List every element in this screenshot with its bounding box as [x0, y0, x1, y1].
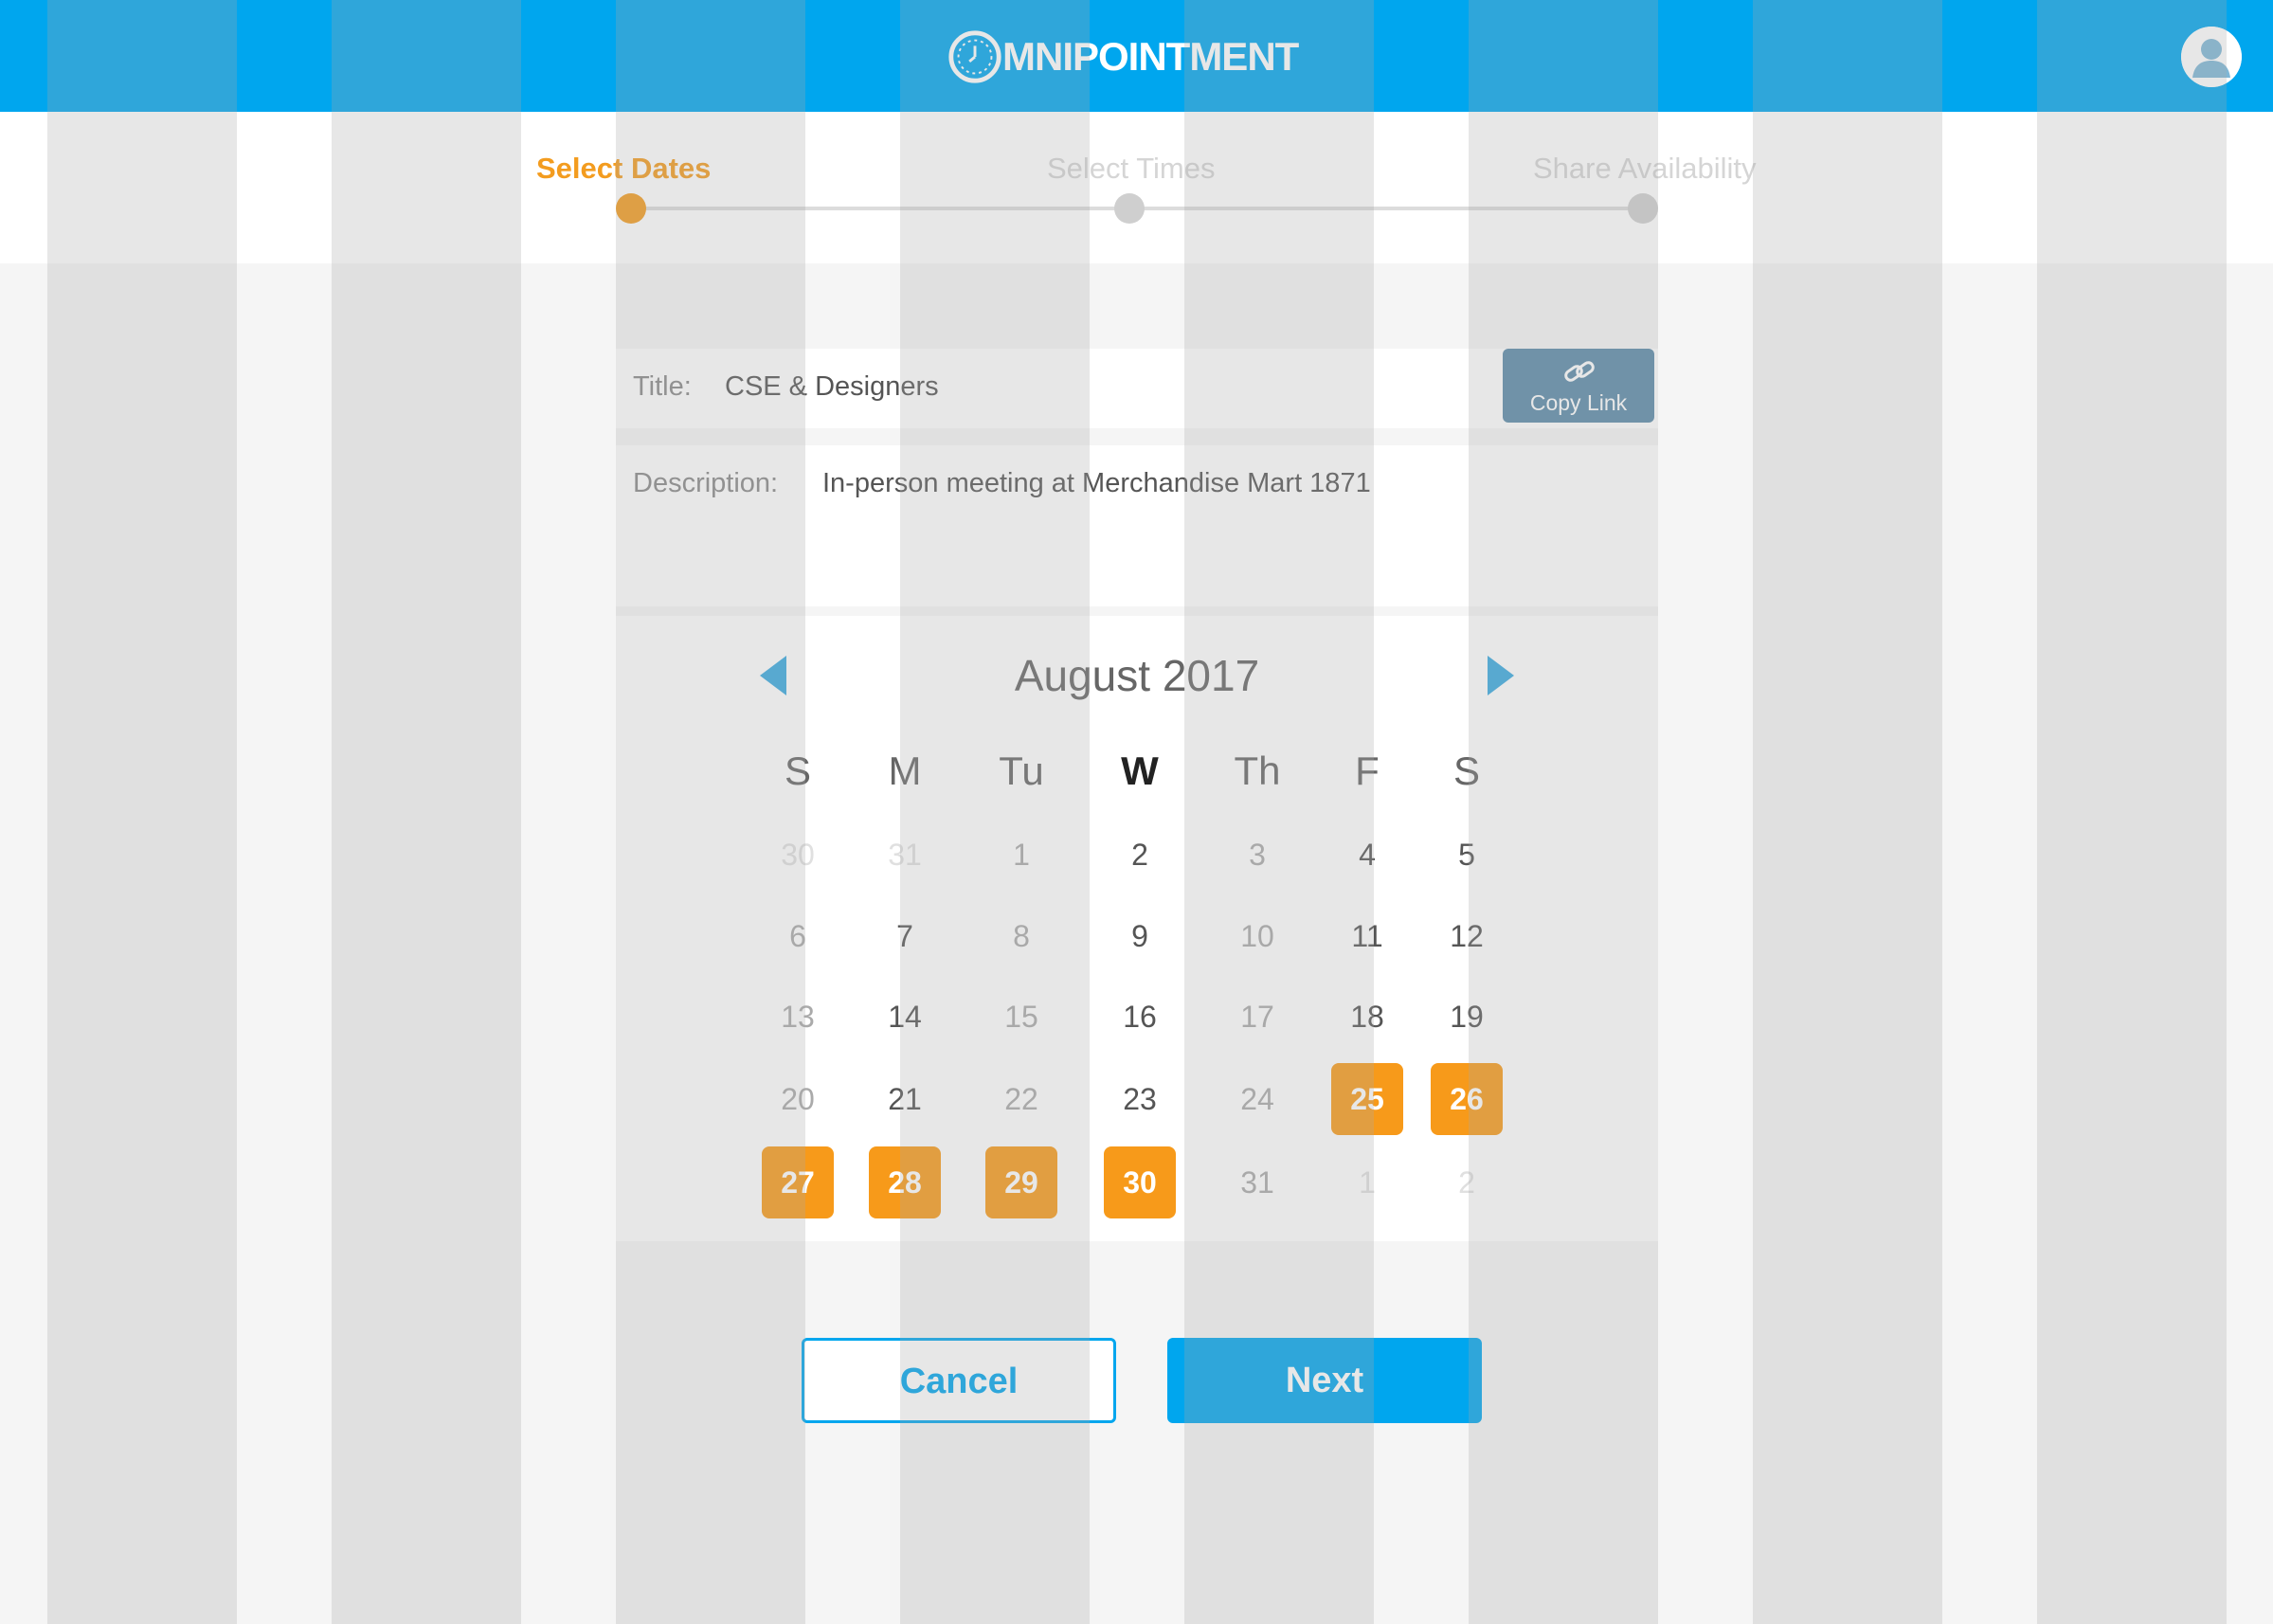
calendar-day[interactable]: 9: [1104, 900, 1176, 972]
calendar-day[interactable]: 1: [985, 819, 1057, 891]
calendar-day[interactable]: 12: [1431, 900, 1503, 972]
copy-link-label: Copy Link: [1529, 390, 1628, 415]
calendar-day[interactable]: 19: [1431, 981, 1503, 1053]
calendar-day[interactable]: 20: [762, 1063, 834, 1135]
step-share-availability[interactable]: Share Availability: [1533, 152, 1757, 186]
weekday-label: M: [888, 749, 922, 793]
title-label: Title:: [633, 371, 692, 402]
calendar-day[interactable]: 6: [762, 900, 834, 972]
brand-logo[interactable]: MNIPOINTMENT: [946, 27, 1299, 87]
caret-left-icon[interactable]: [758, 654, 788, 697]
calendar-day[interactable]: 17: [1221, 981, 1293, 1053]
step-select-times[interactable]: Select Times: [1047, 152, 1215, 186]
description-field[interactable]: Description: In-person meeting at Mercha…: [616, 445, 1658, 606]
calendar-day: 31: [888, 838, 922, 872]
cancel-button[interactable]: Cancel: [802, 1338, 1116, 1423]
calendar-day[interactable]: 16: [1104, 981, 1176, 1053]
calendar-day[interactable]: 31: [1221, 1146, 1293, 1218]
description-label: Description:: [633, 468, 779, 498]
calendar-day[interactable]: 8: [985, 900, 1057, 972]
calendar-day-selected[interactable]: 29: [985, 1146, 1057, 1218]
step-dot-select-dates: [616, 193, 646, 224]
avatar-silhouette: [2181, 27, 2242, 87]
calendar-day[interactable]: 13: [762, 981, 834, 1053]
calendar-day[interactable]: 15: [985, 981, 1057, 1053]
calendar-day-selected[interactable]: 27: [762, 1146, 834, 1218]
title-field[interactable]: Title: CSE & Designers: [616, 349, 1658, 428]
weekday-label: S: [784, 749, 811, 793]
calendar-day[interactable]: 7: [869, 900, 941, 972]
calendar-day-selected[interactable]: 30: [1104, 1146, 1176, 1218]
calendar-day[interactable]: 21: [869, 1063, 941, 1135]
calendar-day[interactable]: 18: [1331, 981, 1403, 1053]
weekday-label: F: [1355, 749, 1380, 793]
calendar-day[interactable]: 11: [1331, 900, 1403, 972]
calendar-day-selected[interactable]: 25: [1331, 1063, 1403, 1135]
weekday-label: Th: [1234, 749, 1281, 793]
clock-icon: [948, 30, 1001, 83]
next-button[interactable]: Next: [1167, 1338, 1482, 1423]
description-value: In-person meeting at Merchandise Mart 18…: [822, 468, 1371, 498]
copy-link-button[interactable]: Copy Link: [1503, 349, 1654, 423]
calendar-day: 1: [1359, 1165, 1376, 1200]
calendar-day[interactable]: 10: [1221, 900, 1293, 972]
calendar-day[interactable]: 22: [985, 1063, 1057, 1135]
weekday-label: Tu: [999, 749, 1044, 793]
step-select-dates[interactable]: Select Dates: [536, 152, 711, 186]
weekday-label: W: [1121, 749, 1159, 793]
user-avatar-icon[interactable]: [2181, 27, 2242, 87]
calendar-day-selected[interactable]: 26: [1431, 1063, 1503, 1135]
calendar-day[interactable]: 3: [1221, 819, 1293, 891]
calendar-day[interactable]: 2: [1104, 819, 1176, 891]
calendar-day[interactable]: 4: [1331, 819, 1403, 891]
calendar-day[interactable]: 24: [1221, 1063, 1293, 1135]
calendar-day-selected[interactable]: 28: [869, 1146, 941, 1218]
calendar-day[interactable]: 14: [869, 981, 941, 1053]
step-dot-select-times: [1114, 193, 1145, 224]
calendar-day: 30: [781, 838, 815, 872]
calendar-day[interactable]: 5: [1431, 819, 1503, 891]
step-dot-share-availability: [1628, 193, 1658, 224]
caret-right-icon[interactable]: [1486, 654, 1516, 697]
title-value: CSE & Designers: [725, 371, 939, 402]
link-icon: [1564, 361, 1595, 382]
app-header: MNIPOINTMENT: [0, 0, 2273, 112]
weekday-label: S: [1452, 749, 1480, 793]
calendar-day[interactable]: 23: [1104, 1063, 1176, 1135]
calendar-month-title: August 2017: [1014, 651, 1260, 700]
stepper-band: [0, 112, 2273, 263]
calendar-day: 2: [1458, 1165, 1475, 1200]
brand-name: MNIPOINTMENT: [1002, 34, 1299, 79]
